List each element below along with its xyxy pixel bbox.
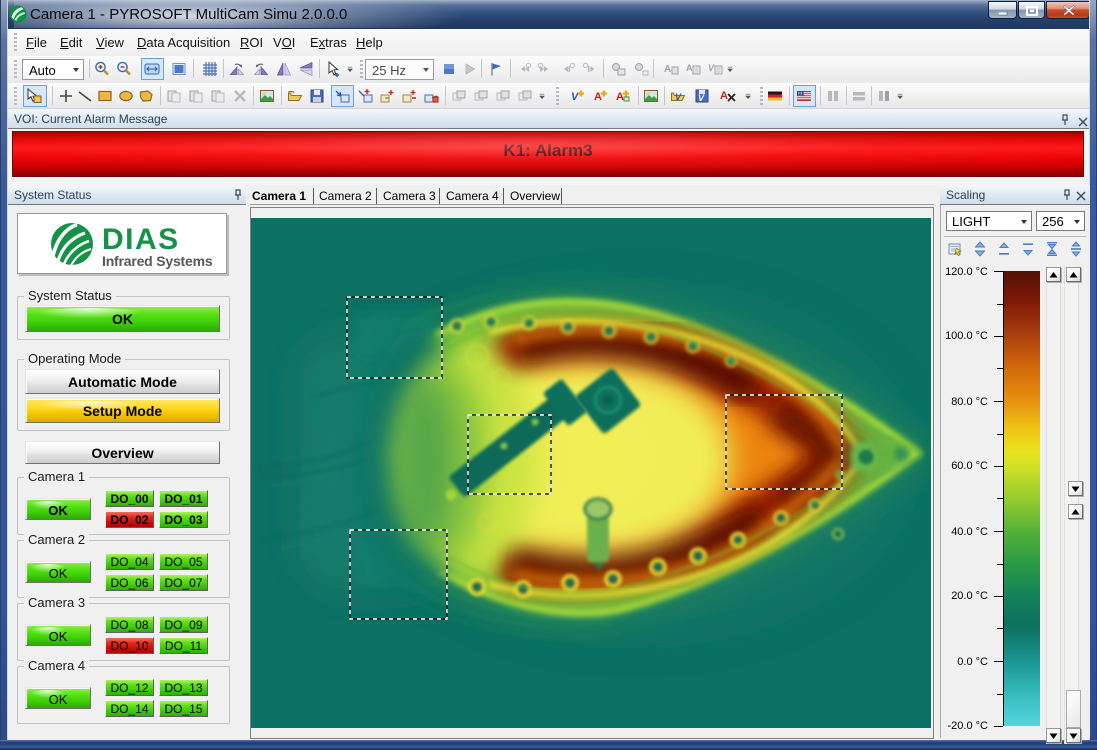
svg-text:Infrared Systems: Infrared Systems: [102, 253, 213, 269]
svg-text:A: A: [616, 91, 624, 103]
svg-text:A: A: [664, 64, 671, 75]
svg-text:A: A: [720, 90, 728, 102]
svg-text:V: V: [698, 93, 705, 103]
svg-text:V: V: [708, 63, 715, 73]
svg-text:A: A: [686, 63, 693, 73]
svg-text:DIAS: DIAS: [102, 223, 180, 256]
svg-text:V: V: [675, 92, 682, 102]
svg-text:A: A: [594, 91, 602, 103]
